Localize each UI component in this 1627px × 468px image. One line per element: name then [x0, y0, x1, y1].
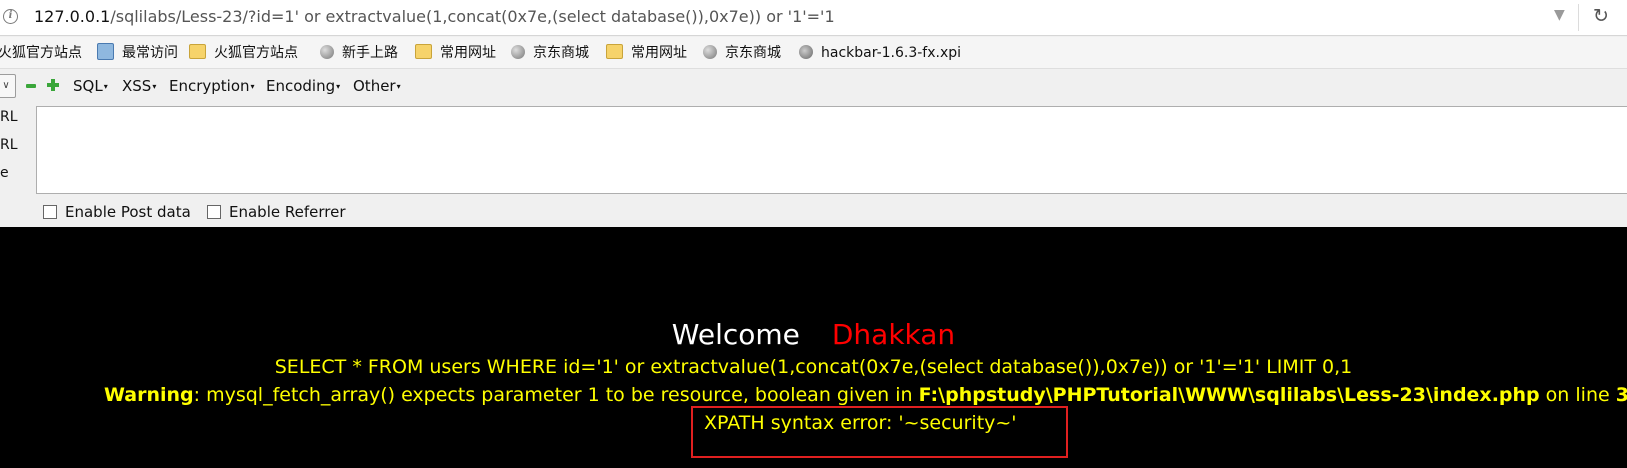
warning-on-line: on line	[1539, 384, 1616, 406]
hackbar-action-select[interactable]: ∨	[0, 74, 16, 98]
warning-message: : mysql_fetch_array() expects parameter …	[193, 384, 919, 406]
menu-xss[interactable]: XSS▾	[122, 69, 156, 103]
decrease-icon[interactable]	[26, 84, 36, 88]
url-host: 127.0.0.1	[34, 7, 111, 26]
welcome-heading: Welcome Dhakkan	[0, 318, 1627, 351]
history-dropdown-icon[interactable]: ▼	[1554, 7, 1565, 23]
address-bar[interactable]: i 127.0.0.1/sqlilabs/Less-23/?id=1' or e…	[0, 0, 1627, 36]
sql-query-text: SELECT * FROM users WHERE id='1' or extr…	[274, 356, 1353, 378]
caret-down-icon: ▾	[152, 82, 157, 91]
bookmark-label: hackbar-1.6.3-fx.xpi	[821, 45, 962, 61]
enable-post-label: Enable Post data	[65, 203, 191, 221]
search-icon	[97, 43, 114, 60]
bookmark-item[interactable]: 京东商城	[703, 37, 781, 69]
bookmark-item[interactable]: 火狐官方站点	[0, 37, 82, 69]
bookmark-label: 火狐官方站点	[214, 45, 298, 61]
highlight-box	[691, 406, 1068, 458]
menu-label: Encoding	[266, 77, 336, 95]
enable-referrer-label: Enable Referrer	[229, 203, 346, 221]
folder-icon	[415, 44, 432, 59]
enable-referrer-option[interactable]: Enable Referrer	[207, 201, 345, 223]
bookmarks-toolbar: 火狐官方站点 最常访问 火狐官方站点 新手上路 常用网址 京东商城 常用网址 京…	[0, 37, 1627, 69]
bookmark-item[interactable]: 京东商城	[511, 37, 589, 69]
bookmark-label: 京东商城	[725, 45, 781, 61]
bookmark-label: 新手上路	[342, 45, 398, 61]
bookmark-label: 最常访问	[122, 45, 178, 61]
bookmark-item[interactable]: hackbar-1.6.3-fx.xpi	[799, 37, 961, 69]
bookmark-label: 火狐官方站点	[0, 45, 82, 61]
caret-down-icon: ▾	[336, 82, 341, 91]
menu-sql[interactable]: SQL▾	[73, 69, 108, 103]
globe-icon	[511, 45, 525, 59]
enable-post-option[interactable]: Enable Post data	[43, 201, 191, 223]
menu-other[interactable]: Other▾	[353, 69, 401, 103]
bookmark-label: 常用网址	[631, 45, 687, 61]
warning-file-path: F:\phpstudy\PHPTutorial\WWW\sqlilabs\Les…	[918, 384, 1540, 406]
hackbar-toolbar: ∨ SQL▾ XSS▾ Encryption▾ Encoding▾ Other▾	[0, 69, 1627, 103]
warning-line-number: 39	[1615, 384, 1627, 406]
bookmark-label: 京东商城	[533, 45, 589, 61]
folder-icon	[606, 44, 623, 59]
globe-icon	[320, 45, 334, 59]
bookmark-item[interactable]: 常用网址	[606, 37, 687, 69]
extension-icon	[799, 45, 813, 59]
menu-encoding[interactable]: Encoding▾	[266, 69, 340, 103]
welcome-text: Welcome	[671, 318, 800, 351]
urlbar-divider	[1578, 4, 1579, 31]
enable-post-checkbox[interactable]	[43, 205, 57, 219]
php-warning: Warning: mysql_fetch_array() expects par…	[104, 384, 1627, 406]
menu-label: Encryption	[169, 77, 250, 95]
bookmark-item[interactable]: 新手上路	[320, 37, 398, 69]
menu-label: SQL	[73, 77, 103, 95]
execute-label[interactable]: e	[0, 165, 9, 181]
load-url-label[interactable]: RL	[0, 109, 18, 125]
increase-icon[interactable]	[47, 79, 59, 91]
enable-referrer-checkbox[interactable]	[207, 205, 221, 219]
split-url-label[interactable]: RL	[0, 137, 18, 153]
bookmark-item[interactable]: 常用网址	[415, 37, 496, 69]
menu-encryption[interactable]: Encryption▾	[169, 69, 255, 103]
caret-down-icon: ▾	[396, 82, 401, 91]
hackbar-url-textarea[interactable]	[36, 106, 1627, 194]
url-path: /sqlilabs/Less-23/?id=1' or extractvalue…	[110, 7, 835, 26]
url-text[interactable]: 127.0.0.1/sqlilabs/Less-23/?id=1' or ext…	[34, 7, 835, 26]
bookmark-item[interactable]: 最常访问	[97, 37, 178, 69]
menu-label: XSS	[122, 77, 152, 95]
menu-label: Other	[353, 77, 396, 95]
user-name: Dhakkan	[831, 318, 956, 351]
caret-down-icon: ▾	[103, 82, 108, 91]
warning-label: Warning	[104, 384, 194, 406]
reload-icon[interactable]: ↻	[1593, 5, 1609, 27]
page-content: Welcome Dhakkan SELECT * FROM users WHERE…	[0, 227, 1627, 468]
folder-icon	[189, 44, 206, 59]
globe-icon	[703, 45, 717, 59]
bookmark-label: 常用网址	[440, 45, 496, 61]
info-icon[interactable]: i	[3, 9, 18, 24]
caret-down-icon: ▾	[250, 82, 255, 91]
bookmark-item[interactable]: 火狐官方站点	[189, 37, 298, 69]
